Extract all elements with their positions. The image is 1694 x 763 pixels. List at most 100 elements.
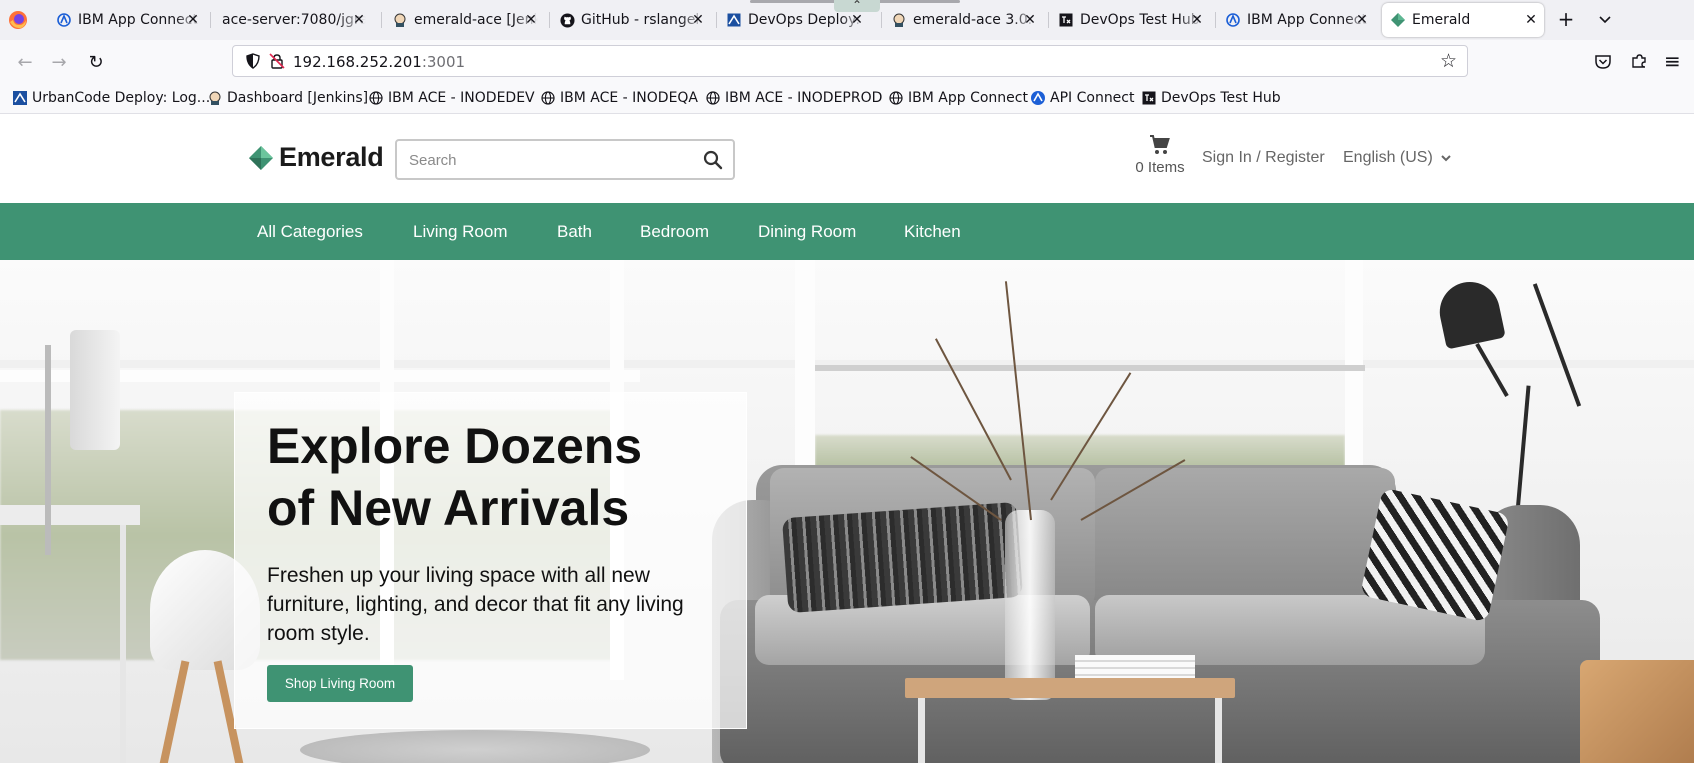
category-living-room[interactable]: Living Room bbox=[413, 222, 508, 242]
hero-headline: Explore Dozens of New Arrivals bbox=[267, 415, 737, 539]
pocket-icon[interactable] bbox=[1594, 53, 1612, 71]
category-dining-room[interactable]: Dining Room bbox=[758, 222, 856, 242]
tab-title: emerald-ace 3.0. bbox=[913, 12, 1033, 28]
globe-icon bbox=[368, 90, 384, 106]
globe-icon bbox=[705, 90, 721, 106]
language-selector[interactable]: English (US) bbox=[1343, 149, 1452, 167]
bookmark-ace-inodeqa[interactable]: IBM ACE - INODEQA bbox=[540, 88, 698, 108]
tab-divider bbox=[1215, 12, 1216, 28]
extensions-puzzle-icon[interactable] bbox=[1630, 52, 1648, 70]
category-nav: All Categories Living Room Bath Bedroom … bbox=[0, 203, 1694, 260]
tab-divider bbox=[381, 12, 382, 28]
github-icon bbox=[559, 12, 575, 28]
firefox-menu-icon[interactable] bbox=[8, 10, 28, 30]
devops-test-hub-icon bbox=[1141, 90, 1157, 106]
brand-logo[interactable]: Emerald bbox=[248, 142, 384, 173]
url-port: :3001 bbox=[421, 53, 466, 71]
language-label: English (US) bbox=[1343, 149, 1433, 166]
bookmark-label: IBM ACE - INODEDEV bbox=[388, 90, 535, 106]
url-host: 192.168.252.201 bbox=[293, 53, 422, 71]
tab-title: Emerald bbox=[1412, 12, 1471, 28]
tab-close-icon[interactable]: ✕ bbox=[850, 12, 864, 28]
tab-title: GitHub - rslangel bbox=[581, 12, 700, 28]
bookmark-label: IBM ACE - INODEPROD bbox=[725, 90, 883, 106]
hamburger-menu-icon[interactable]: ≡ bbox=[1664, 49, 1681, 73]
site-header: Emerald 0 Items Sign In / Register Engli… bbox=[0, 115, 1694, 203]
bookmark-ace-inodeprod[interactable]: IBM ACE - INODEPROD bbox=[705, 88, 882, 108]
chevron-down-icon bbox=[1441, 155, 1451, 162]
tab-title: DevOps Test Hub bbox=[1080, 12, 1200, 28]
bookmark-ibm-app-connect[interactable]: IBM App Connect bbox=[888, 88, 1028, 108]
bookmark-devops-test-hub[interactable]: DevOps Test Hub bbox=[1141, 88, 1281, 108]
tab-divider bbox=[210, 12, 211, 28]
reload-icon[interactable]: ↻ bbox=[85, 51, 107, 73]
ibm-app-connect-icon bbox=[56, 12, 72, 28]
category-kitchen[interactable]: Kitchen bbox=[904, 222, 961, 242]
shop-living-room-button[interactable]: Shop Living Room bbox=[267, 665, 413, 702]
bookmark-label: API Connect bbox=[1050, 90, 1135, 106]
devops-test-hub-icon bbox=[1058, 12, 1074, 28]
url-text[interactable]: 192.168.252.201:3001 bbox=[293, 53, 465, 71]
bookmark-ace-inodedev[interactable]: IBM ACE - INODEDEV bbox=[368, 88, 535, 108]
tab-title: DevOps Deploy: bbox=[748, 12, 861, 28]
search-icon[interactable] bbox=[703, 150, 723, 170]
browser-toolbar: ← → ↻ 192.168.252.201:3001 ☆ ≡ bbox=[0, 40, 1694, 83]
cart-button[interactable]: 0 Items bbox=[1128, 133, 1192, 176]
tab-close-icon[interactable]: ✕ bbox=[524, 12, 538, 28]
tab-close-icon[interactable]: ✕ bbox=[1524, 12, 1538, 28]
new-tab-plus-icon[interactable]: + bbox=[1554, 7, 1578, 31]
jenkins-icon bbox=[207, 90, 223, 106]
tab-close-icon[interactable]: ✕ bbox=[1355, 12, 1369, 28]
shield-icon[interactable] bbox=[245, 53, 261, 69]
jenkins-icon bbox=[891, 12, 907, 28]
bookmark-urbancode[interactable]: UrbanCode Deploy: Log... bbox=[12, 88, 210, 108]
hero-subtext: Freshen up your living space with all ne… bbox=[267, 564, 684, 645]
tab-title: ace-server:7080/jgra bbox=[222, 12, 366, 28]
search-box[interactable] bbox=[395, 139, 735, 180]
tab-close-icon[interactable]: ✕ bbox=[186, 12, 200, 28]
hero-headline-line1: Explore Dozens bbox=[267, 418, 643, 474]
tab-close-icon[interactable]: ✕ bbox=[1190, 12, 1204, 28]
sign-in-link[interactable]: Sign In / Register bbox=[1202, 149, 1325, 167]
forward-arrow-icon[interactable]: → bbox=[48, 51, 70, 73]
tab-emerald-ace-jenkins[interactable]: emerald-ace [Jenk ✕ bbox=[386, 3, 544, 37]
api-connect-icon bbox=[1030, 90, 1046, 106]
category-bath[interactable]: Bath bbox=[557, 222, 592, 242]
tab-close-icon[interactable]: ✕ bbox=[691, 12, 705, 28]
brand-name: Emerald bbox=[279, 142, 384, 172]
bookmark-label: UrbanCode Deploy: Log... bbox=[32, 90, 211, 106]
tab-close-icon[interactable]: ✕ bbox=[1023, 12, 1037, 28]
shopping-cart-icon bbox=[1150, 135, 1170, 154]
tab-ibm-app-connect-2[interactable]: IBM App Connect ✕ bbox=[1219, 3, 1375, 37]
urbancode-icon bbox=[12, 90, 28, 106]
emerald-gem-icon bbox=[1390, 12, 1406, 28]
bookmark-api-connect[interactable]: API Connect bbox=[1030, 88, 1135, 108]
bookmark-label: DevOps Test Hub bbox=[1161, 90, 1281, 106]
back-arrow-icon[interactable]: ← bbox=[14, 51, 36, 73]
tab-chevron-up-icon[interactable]: ⌃ bbox=[834, 0, 880, 12]
jenkins-icon bbox=[392, 12, 408, 28]
tab-close-icon[interactable]: ✕ bbox=[352, 12, 366, 28]
list-all-tabs-chevron-icon[interactable] bbox=[1598, 13, 1612, 27]
bookmark-jenkins-dashboard[interactable]: Dashboard [Jenkins] bbox=[207, 88, 368, 108]
tab-github[interactable]: GitHub - rslangel ✕ bbox=[553, 3, 711, 37]
tab-ace-server[interactable]: ace-server:7080/jgra ✕ bbox=[214, 3, 372, 37]
bookmarks-toolbar: UrbanCode Deploy: Log... Dashboard [Jenk… bbox=[0, 83, 1694, 114]
address-bar[interactable]: 192.168.252.201:3001 ☆ bbox=[232, 45, 1468, 77]
tab-ibm-app-connect-1[interactable]: IBM App Connect ✕ bbox=[50, 3, 206, 37]
tab-divider bbox=[549, 12, 550, 28]
devops-deploy-icon bbox=[726, 12, 742, 28]
bookmark-label: IBM App Connect bbox=[908, 90, 1028, 106]
search-input[interactable] bbox=[409, 149, 689, 171]
bookmark-star-icon[interactable]: ☆ bbox=[1440, 50, 1457, 72]
browser-tab-strip: IBM App Connect ✕ ace-server:7080/jgra ✕… bbox=[0, 0, 1694, 40]
tab-title: emerald-ace [Jenk bbox=[414, 12, 538, 28]
category-all[interactable]: All Categories bbox=[257, 222, 363, 242]
tab-devops-test-hub[interactable]: DevOps Test Hub ✕ bbox=[1052, 3, 1210, 37]
insecure-lock-icon[interactable] bbox=[269, 53, 285, 69]
category-bedroom[interactable]: Bedroom bbox=[640, 222, 709, 242]
tab-emerald-active[interactable]: Emerald ✕ bbox=[1382, 3, 1544, 37]
tab-emerald-ace-3[interactable]: emerald-ace 3.0. ✕ bbox=[885, 3, 1043, 37]
cart-count: 0 Items bbox=[1135, 159, 1185, 176]
tab-divider bbox=[1048, 12, 1049, 28]
